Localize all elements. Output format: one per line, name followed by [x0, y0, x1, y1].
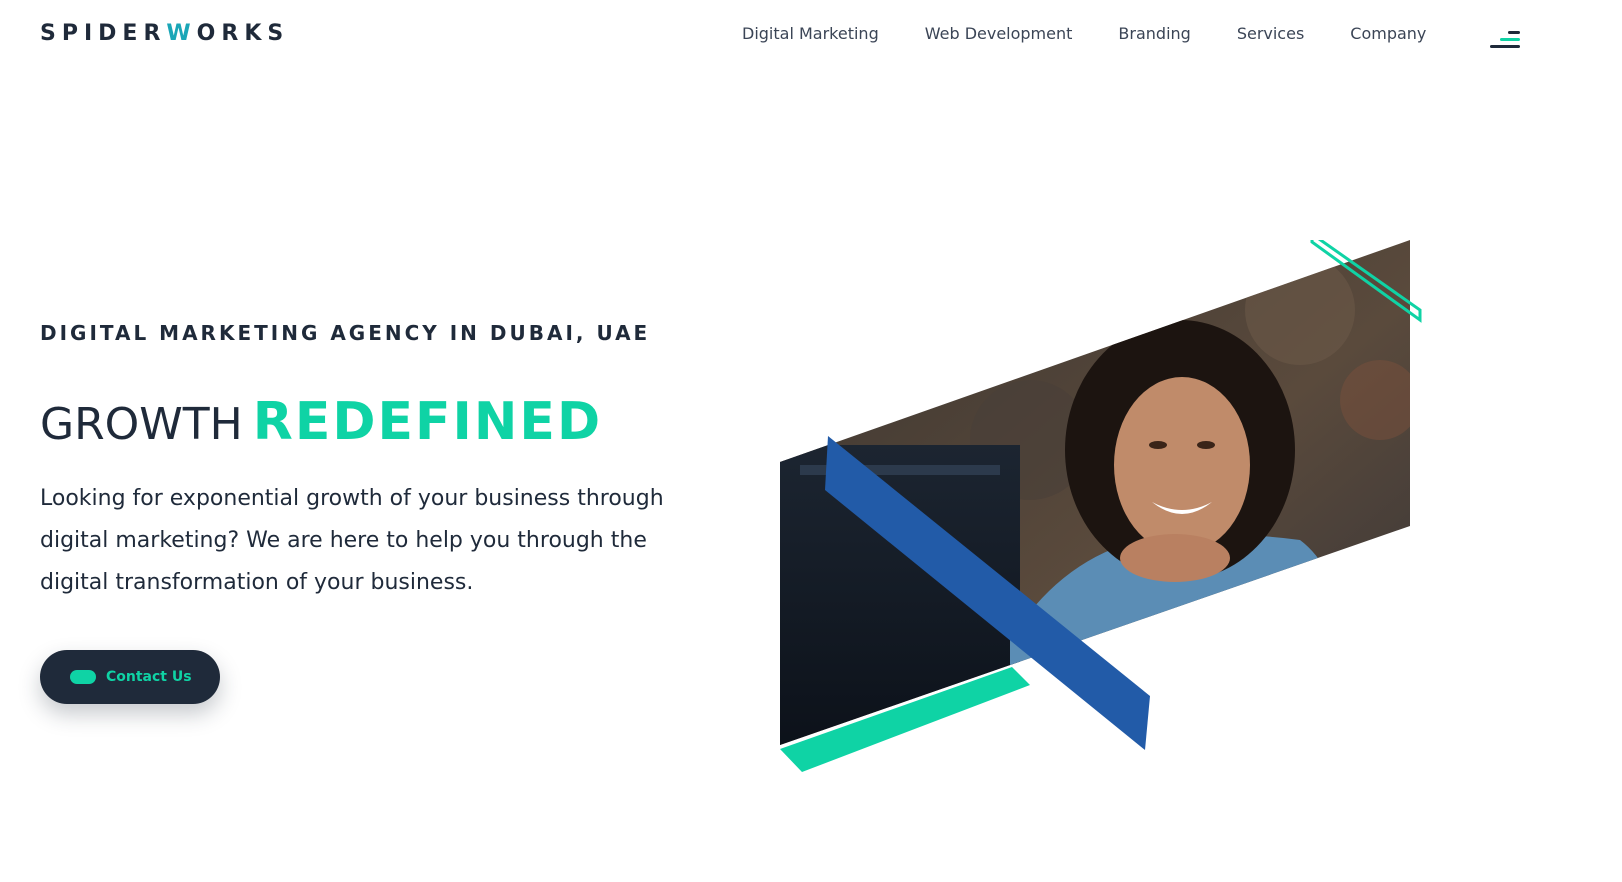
- nav-item-services[interactable]: Services: [1237, 22, 1304, 46]
- intro-line: Looking for exponential growth of your b…: [40, 486, 664, 511]
- nav-item-company[interactable]: Company: [1350, 22, 1426, 46]
- hamburger-menu-icon[interactable]: [1486, 28, 1520, 52]
- logo-text-accent: W: [166, 21, 197, 46]
- logo-text-part2: ORKS: [196, 21, 290, 46]
- headline-bold: REDEFINED: [252, 392, 603, 452]
- contact-us-button[interactable]: Contact Us: [40, 650, 220, 704]
- hero-image: [780, 240, 1422, 772]
- logo-text-part1: SPIDER: [40, 21, 167, 46]
- hero-headline: GROWTH REDEFINED: [40, 392, 602, 458]
- intro-line: digital transformation of your business.: [40, 570, 474, 595]
- contact-us-label: Contact Us: [106, 669, 192, 685]
- cta-pill-icon: [70, 670, 96, 684]
- logo[interactable]: SPIDERWORKS: [40, 20, 289, 48]
- intro-line: digital marketing? We are here to help y…: [40, 528, 647, 553]
- hero-eyebrow: DIGITAL MARKETING AGENCY IN DUBAI, UAE: [40, 321, 651, 345]
- nav-item-branding[interactable]: Branding: [1118, 22, 1190, 46]
- nav-item-digital-marketing[interactable]: Digital Marketing: [742, 22, 879, 46]
- main-nav: Digital Marketing Web Development Brandi…: [742, 22, 1426, 46]
- hero-intro: Looking for exponential growth of your b…: [40, 478, 680, 604]
- headline-light: GROWTH: [40, 399, 243, 450]
- menu-bar-middle: [1500, 38, 1520, 41]
- nav-item-web-development[interactable]: Web Development: [925, 22, 1073, 46]
- menu-bar-top: [1508, 31, 1520, 34]
- menu-bar-bottom: [1490, 45, 1520, 48]
